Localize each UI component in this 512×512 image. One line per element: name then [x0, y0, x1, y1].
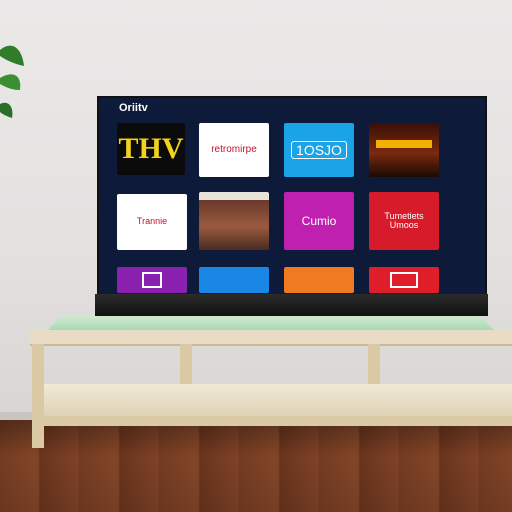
app-tile-thv[interactable]: THV	[117, 123, 185, 175]
stand-leg-left	[32, 344, 44, 448]
app-tile-label: Tumetiets Umoos	[384, 210, 424, 230]
tile-icon	[390, 272, 418, 288]
app-tile-crowd-photo[interactable]	[199, 192, 269, 250]
app-tile-blue-2[interactable]	[199, 267, 269, 293]
stand-lower-shelf	[44, 384, 512, 420]
app-tile-label: THV	[118, 132, 184, 166]
app-tile-retromirpe[interactable]: retromirpe	[199, 123, 269, 177]
stand-glow	[48, 316, 494, 330]
app-tile-label: Trannie	[136, 216, 168, 227]
app-tile-label: Cumio	[301, 213, 337, 228]
plant-leaves	[0, 45, 24, 118]
tv-screen: Oriitv THV retromirpe 1OSJO Trannie Cumi…	[97, 96, 487, 314]
app-tile-red-promo[interactable]: Tumetiets Umoos	[369, 192, 439, 250]
app-tile-orange[interactable]	[284, 267, 354, 293]
movie-marquee	[376, 140, 432, 148]
app-tile-label: 1OSJO	[291, 140, 347, 160]
stand-front-rail	[32, 416, 512, 426]
app-tile-trannie[interactable]: Trannie	[117, 194, 187, 250]
tile-icon	[142, 272, 162, 288]
app-tile-cumio[interactable]: Cumio	[284, 192, 354, 250]
app-tile-blue[interactable]: 1OSJO	[284, 123, 354, 177]
tv-stand-frame	[32, 344, 512, 448]
app-tile-label: retromirpe	[211, 143, 257, 155]
app-tile-purple[interactable]	[117, 267, 187, 293]
app-tile-red[interactable]	[369, 267, 439, 293]
tv-brand-text: Oriitv	[119, 102, 148, 114]
tv-bottom-bezel	[95, 294, 488, 316]
app-tile-movie[interactable]	[369, 123, 439, 177]
